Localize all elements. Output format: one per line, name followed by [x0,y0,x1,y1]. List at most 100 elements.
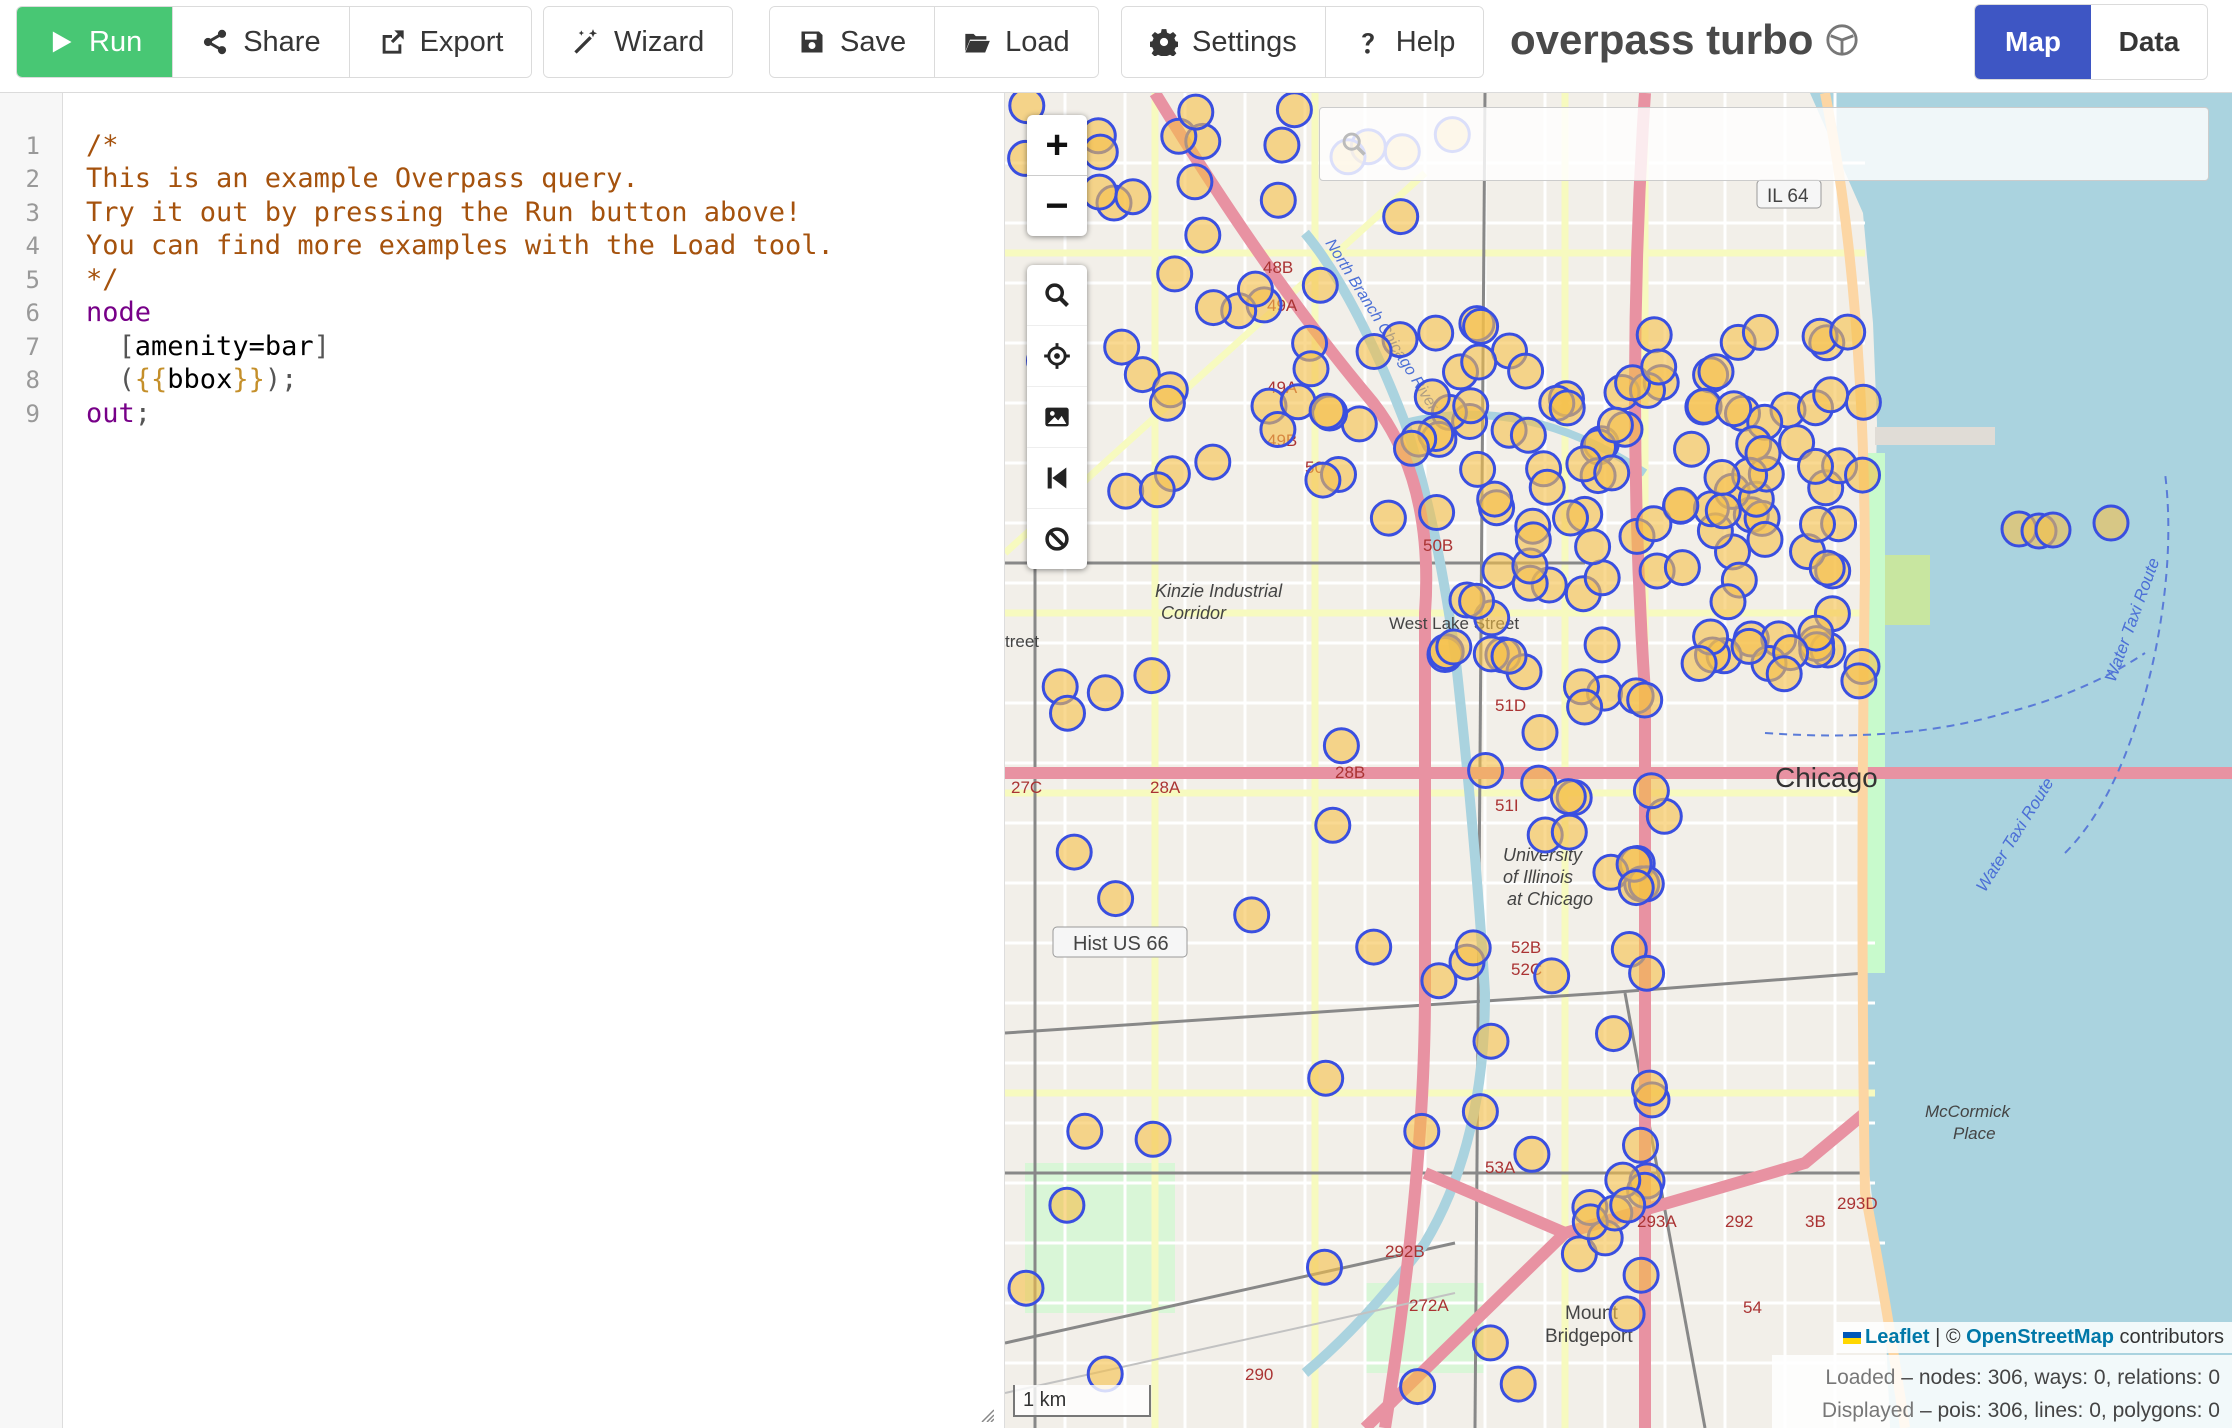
bar-poi-marker[interactable] [1626,681,1664,719]
bar-poi-marker[interactable] [1461,1093,1499,1131]
bar-poi-marker[interactable] [1521,714,1559,751]
bar-poi-marker[interactable] [1844,383,1882,421]
zoom-out-button[interactable]: − [1027,176,1087,236]
bar-poi-marker[interactable] [1306,1248,1343,1286]
bar-poi-marker[interactable] [1049,694,1086,732]
bar-poi-marker[interactable] [1133,657,1171,695]
bar-poi-marker[interactable] [1812,376,1850,414]
bar-poi-marker[interactable] [1048,1186,1086,1224]
map-view-button[interactable]: Map [1975,5,2091,79]
bar-poi-marker[interactable] [1744,435,1782,472]
bar-poi-marker[interactable] [1393,429,1430,467]
bar-poi-marker[interactable] [1080,173,1118,211]
bar-poi-marker[interactable] [1355,333,1393,370]
bar-poi-marker[interactable] [1746,520,1784,558]
bar-poi-marker[interactable] [1797,447,1834,485]
bar-poi-marker[interactable] [1259,181,1297,219]
bar-poi-marker[interactable] [1301,266,1339,304]
save-button[interactable]: Save [770,7,936,77]
bar-poi-marker[interactable] [1458,582,1496,620]
data-view-button[interactable]: Data [2091,5,2207,79]
bar-poi-marker[interactable] [1765,655,1803,693]
bar-poi-marker[interactable] [1236,270,1274,308]
bar-poi-marker[interactable] [1622,1126,1659,1164]
bar-poi-marker[interactable] [1507,352,1545,390]
bar-poi-marker[interactable] [1462,307,1500,345]
bar-poi-marker[interactable] [1081,133,1119,171]
bar-poi-marker[interactable] [1550,813,1588,851]
bar-poi-marker[interactable] [1314,806,1352,844]
help-button[interactable]: Help [1325,7,1484,77]
bar-poi-marker[interactable] [1403,1112,1441,1150]
bar-poi-marker[interactable] [1631,1069,1668,1107]
bar-poi-marker[interactable] [1382,198,1420,236]
bar-poi-marker[interactable] [1460,343,1498,381]
bar-poi-marker[interactable] [1709,583,1747,621]
bar-poi-marker[interactable] [1608,1295,1646,1333]
bar-poi-marker[interactable] [1435,628,1473,666]
bar-poi-marker[interactable] [1697,353,1735,391]
bar-poi-marker[interactable] [1148,384,1186,422]
bar-poi-marker[interactable] [1549,778,1587,816]
restore-view-button[interactable] [1027,448,1087,509]
bar-poi-marker[interactable] [1055,833,1093,871]
bar-poi-marker[interactable] [1107,472,1145,510]
bar-poi-marker[interactable] [1472,1022,1510,1060]
bar-poi-marker[interactable] [2034,511,2072,549]
bar-poi-marker[interactable] [1715,390,1753,428]
search-map-button[interactable] [1027,265,1087,326]
bar-poi-marker[interactable] [1292,350,1330,388]
export-image-button[interactable] [1027,387,1087,448]
bar-poi-marker[interactable] [1086,674,1124,712]
bar-poi-marker[interactable] [1355,928,1393,966]
bar-poi-marker[interactable] [1609,1186,1647,1224]
bar-poi-marker[interactable] [1533,957,1571,995]
bar-poi-marker[interactable] [1593,454,1631,492]
bar-poi-marker[interactable] [1194,289,1232,327]
bar-poi-marker[interactable] [1617,869,1655,907]
bar-poi-marker[interactable] [1548,389,1586,427]
map-search-box[interactable] [1319,107,2209,181]
bar-poi-marker[interactable] [1275,93,1313,129]
bar-poi-marker[interactable] [1467,752,1505,789]
bar-poi-marker[interactable] [1184,216,1222,254]
bar-poi-marker[interactable] [1413,378,1451,416]
bar-poi-marker[interactable] [1552,499,1589,537]
bar-poi-marker[interactable] [1741,313,1779,351]
bar-poi-marker[interactable] [1703,459,1741,496]
bar-poi-marker[interactable] [1490,637,1528,675]
locate-button[interactable] [1027,326,1087,387]
run-button[interactable]: Run [17,7,174,77]
bar-poi-marker[interactable] [1583,559,1621,597]
bar-poi-marker[interactable] [1454,929,1492,967]
bar-poi-marker[interactable] [1663,549,1701,587]
bar-poi-marker[interactable] [1134,1120,1172,1158]
bar-poi-marker[interactable] [1595,1015,1632,1053]
bar-poi-marker[interactable] [1176,163,1214,201]
bar-poi-marker[interactable] [1680,645,1718,682]
bar-poi-marker[interactable] [1417,314,1455,352]
resize-grip-icon[interactable] [978,1406,994,1422]
bar-poi-marker[interactable] [1138,471,1176,509]
bar-poi-marker[interactable] [1662,486,1700,524]
bar-poi-marker[interactable] [1263,126,1301,164]
query-editor[interactable]: 1 2 3 4 5 6 7 8 9 /* This is an example … [0,93,1006,1428]
bar-poi-marker[interactable] [1420,962,1458,1000]
bar-poi-marker[interactable] [1622,1256,1660,1294]
export-button[interactable]: Export [349,7,532,77]
bar-poi-marker[interactable] [1304,461,1342,499]
bar-poi-marker[interactable] [1097,880,1135,918]
bar-poi-marker[interactable] [1583,626,1621,664]
bar-poi-marker[interactable] [1799,505,1836,543]
bar-poi-marker[interactable] [1566,688,1604,726]
bar-poi-marker[interactable] [1628,954,1666,992]
bar-poi-marker[interactable] [1640,348,1678,386]
bar-poi-marker[interactable] [1114,178,1152,216]
share-button[interactable]: Share [173,7,350,77]
bar-poi-marker[interactable] [1730,627,1768,665]
map-search-input[interactable] [1320,108,2208,180]
bar-poi-marker[interactable] [1103,328,1141,366]
bar-poi-marker[interactable] [1452,387,1490,425]
bar-poi-marker[interactable] [1418,494,1456,531]
bar-poi-marker[interactable] [1308,392,1346,430]
